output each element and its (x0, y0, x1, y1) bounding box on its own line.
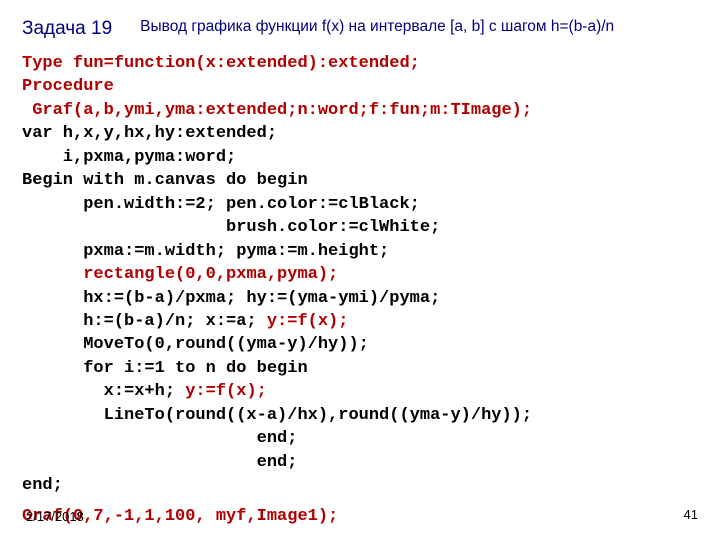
code-line: end; (22, 476, 63, 495)
code-line (22, 265, 83, 284)
code-line-highlight: rectangle(0,0,pxma,pyma); (83, 265, 338, 284)
code-line: MoveTo(0,round((yma-y)/hy)); (22, 335, 369, 354)
slide: Задача 19 Вывод графика функции f(x) на … (0, 0, 720, 540)
code-line: hx:=(b-a)/pxma; hy:=(yma-ymi)/pyma; (22, 289, 440, 308)
code-block: Type fun=function(x:extended):extended; … (22, 52, 698, 498)
footer-date: 2/17/2018 (26, 509, 84, 524)
code-line: var h,x,y,hx,hy:extended; (22, 124, 277, 143)
code-line: pxma:=m.width; pyma:=m.height; (22, 242, 389, 261)
footer: 2/17/2018 Graf(0,7,-1,1,100, myf,Image1)… (22, 507, 338, 526)
header: Задача 19 Вывод графика функции f(x) на … (22, 18, 698, 40)
code-line: i,pxma,pyma:word; (22, 148, 236, 167)
code-line: end; (22, 453, 297, 472)
code-line: Graf(a,b,ymi,yma:extended;n:word;f:fun;m… (22, 101, 532, 120)
code-line: h:=(b-a)/n; x:=a; (22, 312, 267, 331)
code-line: end; (22, 429, 297, 448)
code-line-highlight: y:=f(x); (267, 312, 349, 331)
code-line: x:=x+h; (22, 382, 185, 401)
code-line: Type fun=function(x:extended):extended; (22, 54, 420, 73)
code-line: brush.color:=clWhite; (22, 218, 440, 237)
subtitle: Вывод графика функции f(x) на интервале … (140, 18, 614, 36)
code-line: Procedure (22, 77, 114, 96)
code-line: LineTo(round((x-a)/hx),round((yma-y)/hy)… (22, 406, 532, 425)
code-line: Begin with m.canvas do begin (22, 171, 308, 190)
code-line-highlight: y:=f(x); (185, 382, 267, 401)
code-line: for i:=1 to n do begin (22, 359, 308, 378)
task-label: Задача 19 (22, 18, 112, 40)
page-number: 41 (684, 507, 698, 522)
code-line: pen.width:=2; pen.color:=clBlack; (22, 195, 420, 214)
